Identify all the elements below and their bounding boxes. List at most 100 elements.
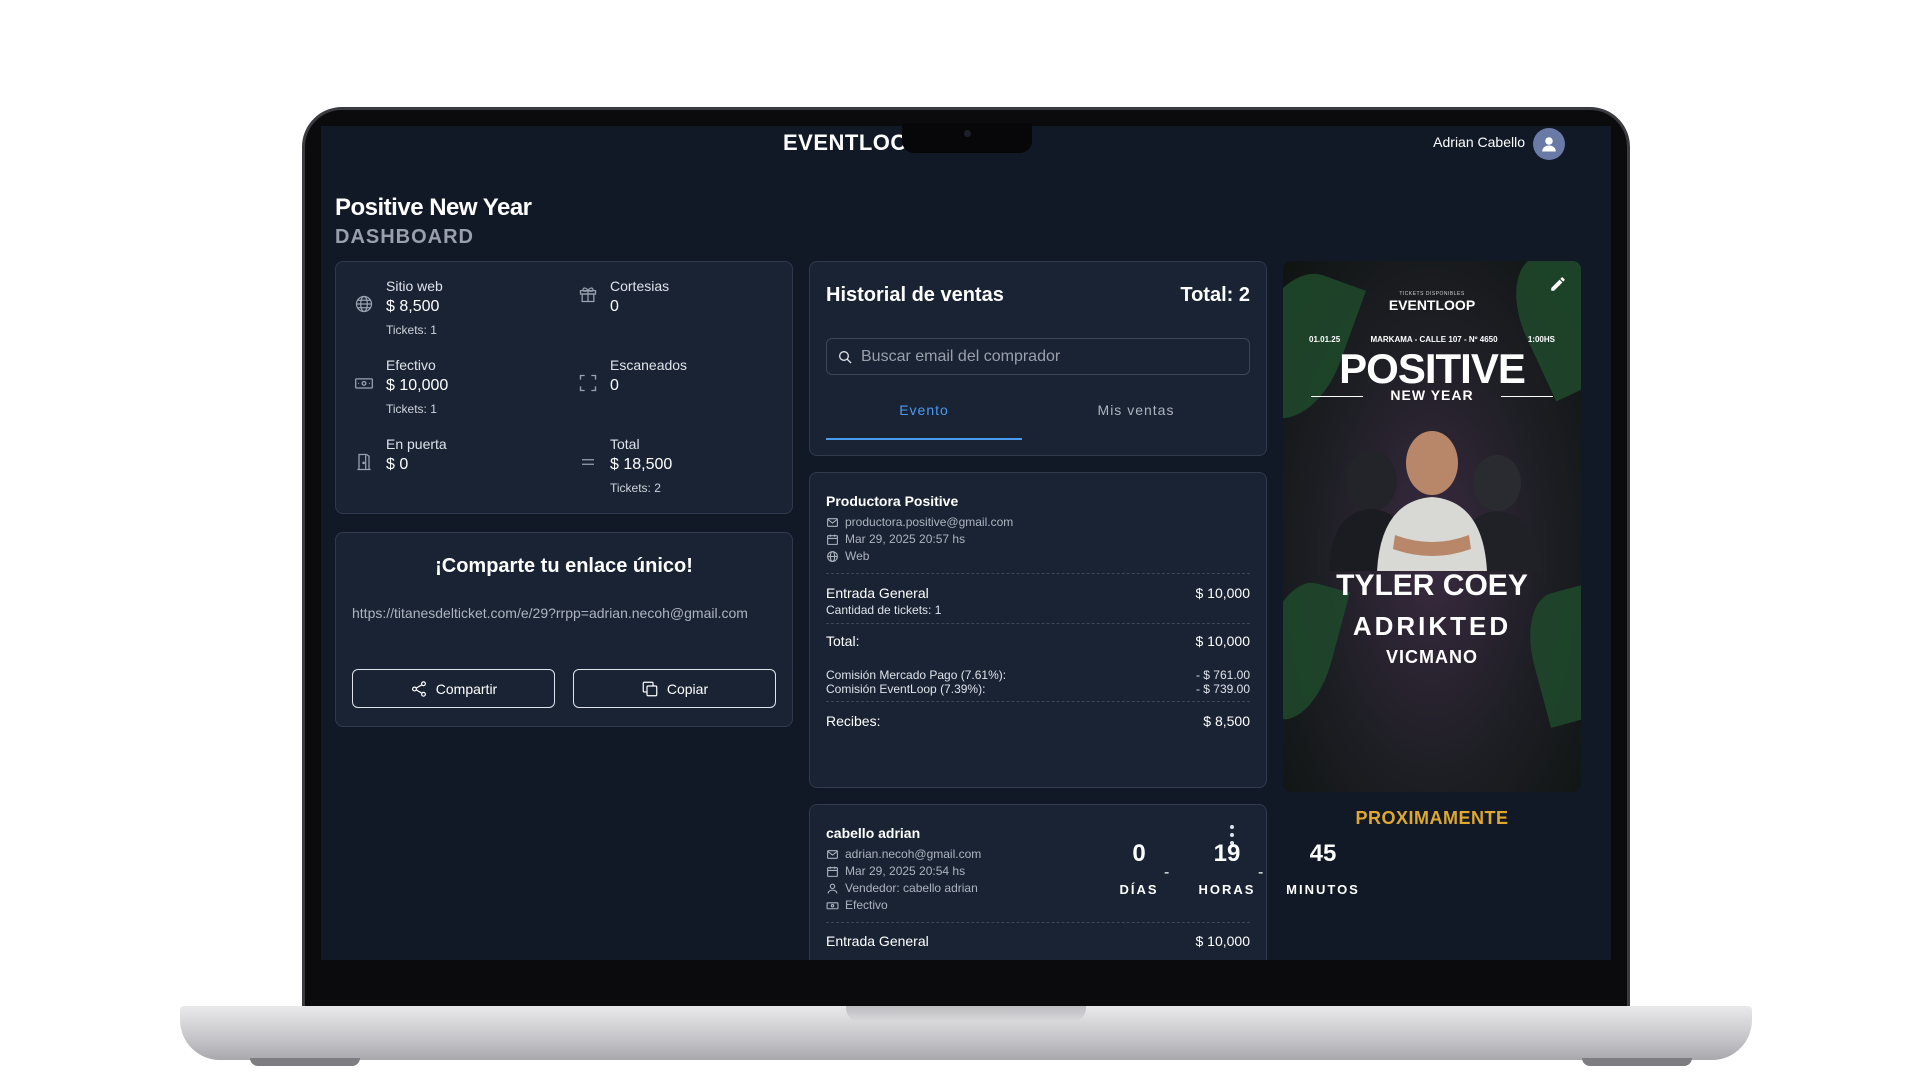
mail-icon [827,517,838,527]
tab-evento[interactable]: Evento [826,394,1022,440]
sale-channel-row: Efectivo [826,898,888,912]
stat-en-puerta: En puerta $ 0 [352,436,552,496]
stat-value: 0 [610,377,619,394]
stat-escaneados: Escaneados 0 [576,357,776,417]
divider [826,573,1250,574]
copy-icon [642,681,658,696]
share-button-label: Compartir [435,680,498,697]
calendar-icon [827,866,838,877]
countdown-days: 0 [1132,840,1146,867]
poster-venue: MARKAMA - CALLE 107 - Nº 4650 [1370,335,1498,344]
gift-icon [576,282,600,306]
sales-history-card: Historial de ventas Total: 2 Evento Mis … [809,261,1267,456]
buyer-name: Productora Positive [826,493,959,509]
cash-icon [826,901,839,909]
artists-photo [1329,431,1543,571]
cash-icon [352,371,376,395]
stat-value: $ 10,000 [386,377,449,394]
share-icon [411,680,426,697]
poster-date: 01.01.25 [1309,335,1341,344]
poster-title: POSITIVE [1339,345,1526,392]
stat-label: Cortesias [610,278,670,294]
ticket-price: $ 10,000 [1195,585,1251,601]
total-label: Total: [826,633,860,649]
stat-sub: Tickets: 1 [386,402,437,416]
app-screen: EVENTLOOP Adrian Cabello Positive New Ye… [321,126,1611,960]
stat-efectivo: Efectivo $ 10,000 Tickets: 1 [352,357,552,417]
countdown-separator: - [1258,864,1264,881]
stat-value: $ 8,500 [386,298,440,315]
total-value: $ 10,000 [1195,633,1251,649]
stat-sub: Tickets: 2 [610,481,661,495]
receive-label: Recibes: [826,713,881,729]
sale-channel: Efectivo [845,898,888,912]
ticket-qty: Cantidad de tickets: 1 [826,603,942,617]
copy-button[interactable]: Copiar [573,669,776,708]
avatar[interactable] [1533,128,1565,160]
scan-icon [576,371,600,395]
buyer-email-row: productora.positive@gmail.com [826,515,1013,529]
laptop-foot-right [1582,1058,1692,1066]
seller-name: Vendedor: cabello adrian [845,881,978,895]
poster-info: 01.01.25 MARKAMA - CALLE 107 - Nº 4650 1… [1309,335,1555,344]
ticket-type: Entrada General [826,585,929,601]
stat-value: $ 18,500 [610,456,673,473]
sale-date-row: Mar 29, 2025 20:54 hs [826,864,965,878]
stat-value: $ 0 [386,456,409,473]
sale-date: Mar 29, 2025 20:54 hs [845,864,966,878]
mail-icon [827,849,838,859]
stat-sub: Tickets: 1 [386,323,437,337]
fee-mercadopago-value: - $ 761.00 [1195,668,1250,682]
receive-value: $ 8,500 [1203,713,1250,729]
sale-channel: Web [845,549,870,563]
sale-channel-row: Web [826,549,869,563]
poster-artist: ADRIKTED [1352,611,1512,641]
stat-label: Total [610,436,640,452]
page-title: Positive New Year [335,194,532,221]
poster-brand: EVENTLOOP [1388,297,1476,313]
door-icon [352,450,376,474]
tab-mis-ventas[interactable]: Mis ventas [1038,394,1234,440]
search-box[interactable] [826,338,1250,375]
globe-icon [827,550,838,562]
stat-value: 0 [610,298,619,315]
seller-row: Vendedor: cabello adrian [826,881,978,895]
person-icon [827,883,838,893]
poster-artist: TYLER COEY [1336,569,1528,602]
countdown-days-label: DÍAS [1119,882,1159,897]
sale-card: Productora Positive productora.positive@… [809,472,1267,788]
buyer-name: cabello adrian [826,825,921,841]
sales-title: Historial de ventas [826,284,1004,306]
sales-total: Total: 2 [1180,284,1250,306]
countdown-heading: PROXIMAMENTE [1355,808,1509,828]
stat-cortesias: Cortesias 0 [576,278,776,338]
search-input[interactable] [861,347,1241,366]
countdown-separator: - [1164,864,1170,881]
user-name[interactable]: Adrian Cabello [1433,134,1525,150]
globe-icon [352,292,376,316]
calendar-icon [827,534,838,545]
camera-notch [902,123,1032,153]
fee-eventloop-label: Comisión EventLoop (7.39%): [826,682,986,696]
countdown-minutes-label: MINUTOS [1286,882,1360,897]
event-poster[interactable]: TICKETS DISPONIBLES EVENTLOOP 01.01.25 M… [1283,261,1581,792]
edit-poster-button[interactable] [1545,271,1571,297]
poster-time: 1:00HS [1527,335,1555,344]
poster-subtitle: NEW YEAR [1390,387,1474,403]
copy-button-label: Copiar [666,680,709,697]
page-subtitle: DASHBOARD [335,226,474,248]
laptop-base-notch [846,1006,1086,1022]
divider [826,623,1250,624]
divider [826,701,1250,702]
sale-date: Mar 29, 2025 20:57 hs [845,532,966,546]
fee-mercadopago-label: Comisión Mercado Pago (7.61%): [826,668,1007,682]
poster-artist: VICMANO [1386,647,1478,667]
share-title: ¡Comparte tu enlace único! [435,555,693,577]
stat-label: Escaneados [610,357,688,373]
fee-eventloop-value: - $ 739.00 [1195,682,1250,696]
share-url[interactable]: https://titanesdelticket.com/e/29?rrpp=a… [352,603,776,624]
ticket-type: Entrada General [826,933,929,949]
countdown-hours-label: HORAS [1198,882,1256,897]
share-button[interactable]: Compartir [352,669,555,708]
buyer-email: adrian.necoh@gmail.com [845,847,982,861]
